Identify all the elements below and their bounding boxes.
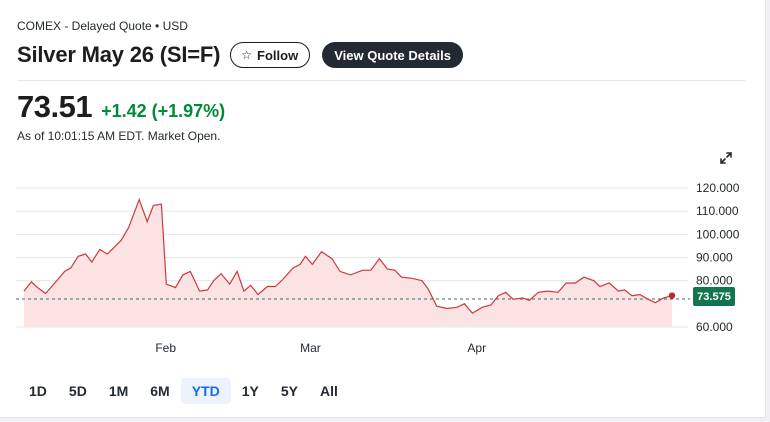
as-of-timestamp: As of 10:01:15 AM EDT. Market Open. — [17, 129, 221, 143]
range-1d[interactable]: 1D — [18, 378, 58, 404]
range-5d[interactable]: 5D — [58, 378, 98, 404]
title-row: Silver May 26 (SI=F) ☆ Follow View Quote… — [17, 42, 463, 68]
price-row: 73.51 +1.42 (+1.97%) — [17, 89, 225, 125]
x-tick-label: Mar — [300, 341, 321, 355]
y-axis-ticks: 120.000 110.000 100.000 90.000 80.000 60.000 — [696, 181, 740, 334]
view-quote-details-button[interactable]: View Quote Details — [322, 42, 463, 68]
star-icon: ☆ — [241, 48, 253, 62]
current-price-tag: 73.575 — [693, 287, 735, 306]
quote-card: COMEX - Delayed Quote • USD Silver May 2… — [0, 0, 766, 418]
range-5y[interactable]: 5Y — [270, 378, 309, 404]
y-tick-label: 110.000 — [696, 204, 739, 218]
follow-button[interactable]: ☆ Follow — [230, 42, 311, 68]
header-divider — [17, 80, 745, 81]
page-title: Silver May 26 (SI=F) — [17, 42, 221, 67]
price-chart[interactable]: 120.000110.000100.00090.00080.00060.000 … — [0, 170, 770, 370]
y-tick-label: 80.000 — [696, 274, 733, 288]
x-tick-label: Apr — [467, 341, 486, 355]
range-1y[interactable]: 1Y — [231, 378, 270, 404]
range-1m[interactable]: 1M — [98, 378, 139, 404]
y-tick-label: 60.000 — [696, 320, 733, 334]
x-axis-ticks: Feb Mar Apr — [155, 341, 486, 355]
range-ytd[interactable]: YTD — [180, 378, 231, 404]
time-range-selector: 1D 5D 1M 6M YTD 1Y 5Y All — [18, 378, 349, 404]
y-tick-label: 120.000 — [696, 181, 740, 195]
y-tick-label: 90.000 — [696, 251, 733, 265]
current-price: 73.51 — [17, 89, 93, 124]
exchange-info: COMEX - Delayed Quote • USD — [17, 19, 188, 33]
range-6m[interactable]: 6M — [139, 378, 180, 404]
follow-label: Follow — [257, 47, 299, 63]
current-price-dot — [668, 292, 676, 299]
price-area — [24, 199, 672, 327]
y-tick-label: 100.000 — [696, 227, 740, 241]
expand-icon[interactable] — [718, 150, 734, 166]
price-change: +1.42 (+1.97%) — [101, 101, 226, 121]
range-all[interactable]: All — [309, 378, 349, 404]
x-tick-label: Feb — [155, 341, 176, 355]
